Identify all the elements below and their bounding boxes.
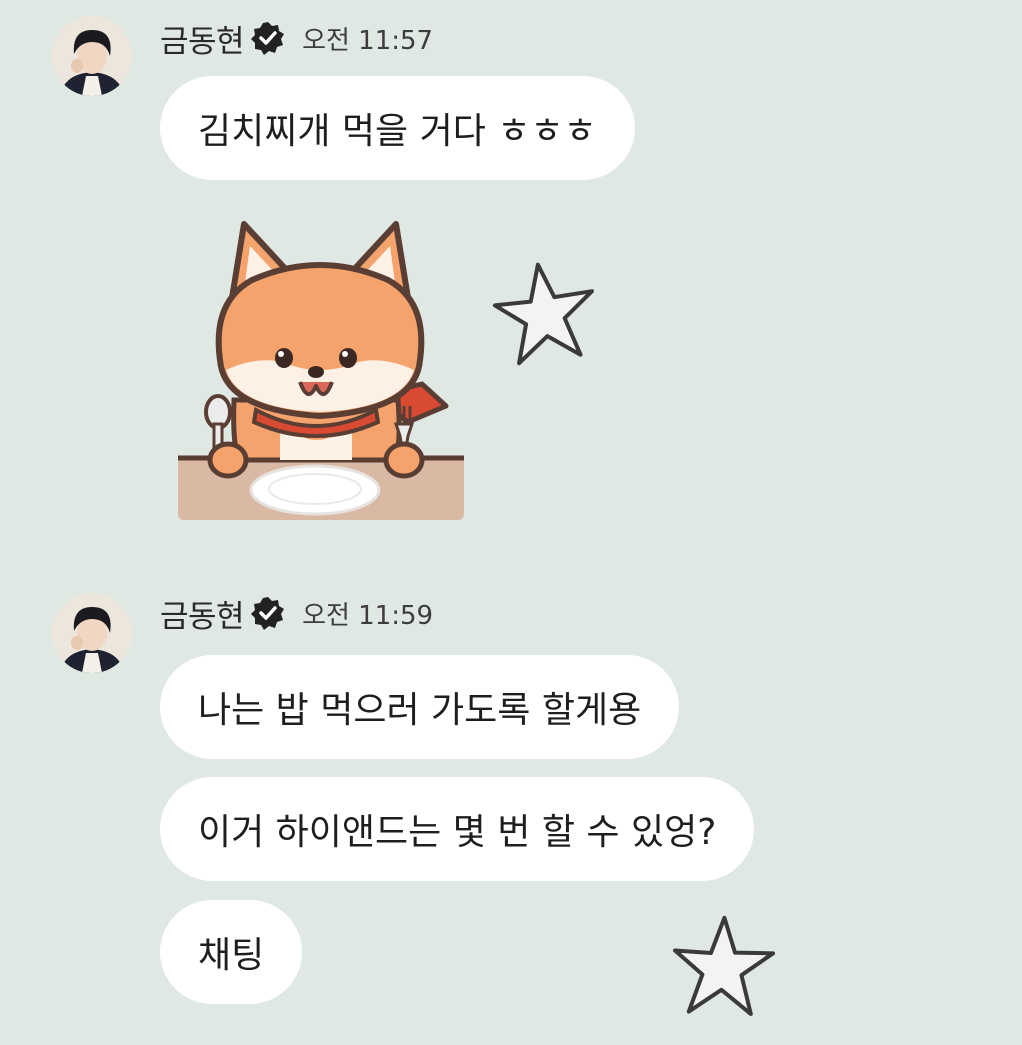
verified-badge-icon <box>251 22 285 55</box>
fox-eating-sticker[interactable] <box>172 210 472 530</box>
sender-name: 금동현 <box>160 23 245 60</box>
message-time: 오전 11:57 <box>302 25 434 56</box>
message-text: 채팅 <box>198 935 265 976</box>
sender-avatar[interactable] <box>52 593 132 673</box>
message-text: 김치찌개 먹을 거다 ㅎㅎㅎ <box>198 111 597 152</box>
avatar-photo <box>52 593 132 673</box>
message-bubble[interactable]: 이거 하이앤드는 몇 번 할 수 있엉? <box>160 777 755 881</box>
message-bubble[interactable]: 나는 밥 먹으러 가도록 할게용 <box>160 655 680 759</box>
message-text: 이거 하이앤드는 몇 번 할 수 있엉? <box>198 812 717 853</box>
star-decoration-icon <box>673 915 776 1016</box>
message-bubble[interactable]: 김치찌개 먹을 거다 ㅎㅎㅎ <box>160 76 635 180</box>
message-text: 나는 밥 먹으러 가도록 할게용 <box>198 690 642 731</box>
message-time: 오전 11:59 <box>302 600 434 631</box>
sender-avatar[interactable] <box>52 16 132 96</box>
star-decoration-icon <box>492 262 594 366</box>
avatar-photo <box>52 16 132 96</box>
verified-badge-icon <box>251 597 285 630</box>
sender-name: 금동현 <box>160 598 245 635</box>
message-meta: 금동현 오전 11:59 <box>160 593 434 635</box>
message-bubble[interactable]: 채팅 <box>160 900 303 1004</box>
message-meta: 금동현 오전 11:57 <box>160 18 434 60</box>
